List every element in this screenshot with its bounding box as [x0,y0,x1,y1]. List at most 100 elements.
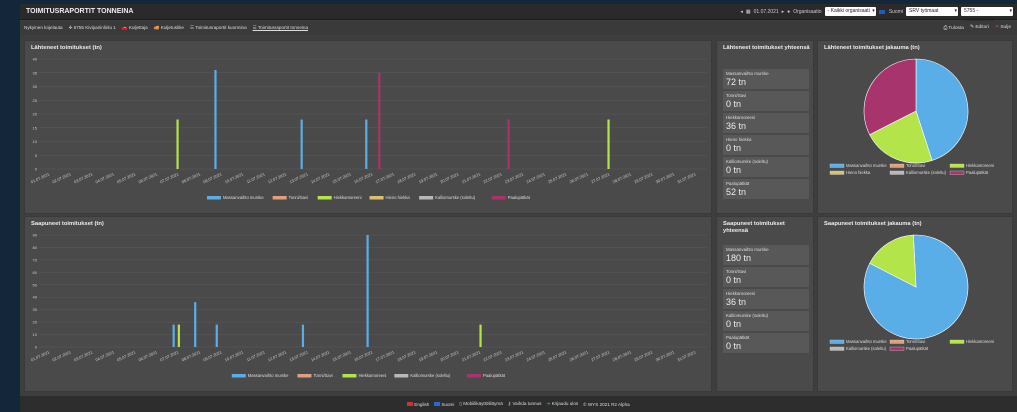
breadcrumb-item[interactable]: 🚗 Kuljettaja [122,25,148,31]
x-tick-label: 18.07.2021 [396,349,417,362]
x-tick-label: 22.07.2021 [482,349,503,362]
legend-swatch [419,196,434,200]
total-stat: Paalupätkät 52 tn [723,179,809,199]
next-icon[interactable]: ▸ [782,9,785,15]
site-type-select[interactable]: SRV työmaat [906,7,958,16]
x-tick-label: 01.07.2021 [30,349,51,362]
legend-swatch [297,374,312,378]
x-tick-label: 13.07.2021 [289,171,310,184]
mobile-icon: ▯ [459,401,462,406]
total-stat: Hiekkamoreeni 36 tn [723,113,809,133]
x-tick-label: 16.07.2021 [353,349,374,362]
app-window: TOIMITUSRAPORTIT TONNEINA ◂ ▦ 01.07.2021… [20,4,1017,412]
key-icon: ⚷ [507,401,512,406]
x-tick-label: 09.07.2021 [202,349,223,362]
y-tick-label: 10 [33,139,38,144]
site-select[interactable]: 5755 - Kivipariinlinlu [961,7,1013,23]
x-tick-label: 14.07.2021 [310,349,331,362]
prev-icon[interactable]: ◂ [740,9,743,15]
x-tick-label: 25.07.2021 [547,349,568,362]
x-tick-label: 22.07.2021 [482,171,503,184]
totals-title: Saapuneet toimitukset yhteensä [723,221,785,234]
stat-value: 72 tn [726,77,747,87]
stat-label: Massanvaihto murske [726,71,769,76]
x-tick-label: 07.07.2021 [159,349,180,362]
x-tick-label: 06.07.2021 [138,349,159,362]
y-tick-label: 70 [33,257,38,262]
breadcrumb-item[interactable]: ☰ Toimitusraportit kuormina [190,25,247,31]
app-title: TOIMITUSRAPORTIT TONNEINA [26,8,134,15]
print-button[interactable]: ⎙ Tulosta [943,25,964,31]
x-tick-label: 28.07.2021 [612,349,633,362]
legend-label: Paalupätkät [508,195,531,200]
arrived-totals-panel: Saapuneet toimitukset yhteensä Massanvai… [716,216,814,392]
stat-value: 36 tn [726,297,747,307]
flag-icon [434,402,441,407]
y-tick-label: 60 [33,270,38,275]
legend-label: Hiekkamoreeni [966,163,994,168]
legend-label: Kalliomurske (soleltu) [410,373,451,378]
suomi-link[interactable]: Suomi [434,402,454,407]
x-tick-label: 15.07.2021 [332,171,353,184]
english-link[interactable]: English [407,402,429,407]
departed-bar-chart: 0 5 10 15 20 25 30 35 40 01.07.2021 02.07.2021 03.0… [30,57,707,200]
x-tick-label: 29.07.2021 [633,171,654,184]
flag-icon [407,402,414,407]
edit-button[interactable]: ✎ Editori [970,25,989,31]
x-tick-label: 12.07.2021 [267,171,288,184]
x-tick-label: 08.07.2021 [181,349,202,362]
x-tick-label: 09.07.2021 [202,171,223,184]
x-tick-label: 12.07.2021 [267,349,288,362]
bar [366,235,369,347]
breadcrumb-item[interactable]: 🚚 Kuljetuslike [154,25,184,31]
x-tick-label: 13.07.2021 [289,349,310,362]
total-stat: Kalliomurske (soleltu) 0 tn [723,311,809,331]
change-password-link[interactable]: ⚷ Vaihda tunnus [508,401,542,407]
legend-swatch [369,196,384,200]
legend-swatch [829,163,845,168]
bar [194,302,197,347]
stat-value: 0 tn [726,341,742,351]
org-icon: ● [787,8,791,15]
legend-label: Kalliomurske (soleltu) [846,346,887,351]
x-tick-label: 11.07.2021 [246,349,267,362]
y-tick-label: 40 [33,57,38,62]
x-tick-label: 24.07.2021 [526,349,547,362]
arrived-bar-chart: 010203040506070809001.07.2021 02.07.2021 0… [30,233,707,378]
legend-swatch [949,170,965,175]
stat-value: 0 tn [726,319,742,329]
x-tick-label: 06.07.2021 [138,171,159,184]
x-tick-label: 18.07.2021 [396,171,417,184]
legend-label: Hiekkamoreeni [358,373,386,378]
legend-label: Paalupätkät [966,170,989,175]
y-tick-label: 90 [33,233,38,238]
flag-icon [878,9,885,14]
y-tick-label: 15 [33,125,38,130]
breadcrumb-item[interactable]: Nykyinen kojelauta [24,25,63,31]
legend-label: Massanvaihto murske [248,373,289,378]
calendar-icon[interactable]: ▦ [746,9,751,15]
date-display[interactable]: 01.07.2021 [754,9,779,15]
arrived-chart-panel: Saapuneet toimitukset (tn) 0 10 20 30 40 50 60… [24,216,712,392]
legend-swatch [394,374,409,378]
org-select[interactable]: - Kaikki organisaati [824,7,876,16]
stat-value: 0 tn [726,275,742,285]
bar [177,324,180,347]
legend-swatch [829,346,845,351]
stat-label: Hiekkamoreeni [726,115,756,120]
bar [301,324,305,347]
x-tick-label: 15.07.2021 [332,349,353,362]
breadcrumb-item[interactable]: ✣ 5755 Kivipariinlinlu 1 [69,25,116,31]
y-tick-label: 35 [33,70,38,75]
legend-label: Kalliomurske (soleltu) [906,170,947,175]
x-tick-label: 03.07.2021 [73,349,94,362]
x-tick-label: 02.07.2021 [51,349,72,362]
mobile-link[interactable]: ▯ Mobiilikäyttöliittymä [459,401,502,407]
lang-label[interactable]: Suomi [889,9,903,15]
logout-link[interactable]: ➜ Kirjaudu ulos [546,401,578,407]
y-tick-label: 5 [35,153,38,158]
stat-value: 0 tn [726,165,742,175]
x-tick-label: 23.07.2021 [504,349,525,362]
breadcrumb-item-active[interactable]: ☰ Toimitusraportit tonneina [253,25,308,31]
close-button[interactable]: ✕ Sulje [995,25,1011,31]
